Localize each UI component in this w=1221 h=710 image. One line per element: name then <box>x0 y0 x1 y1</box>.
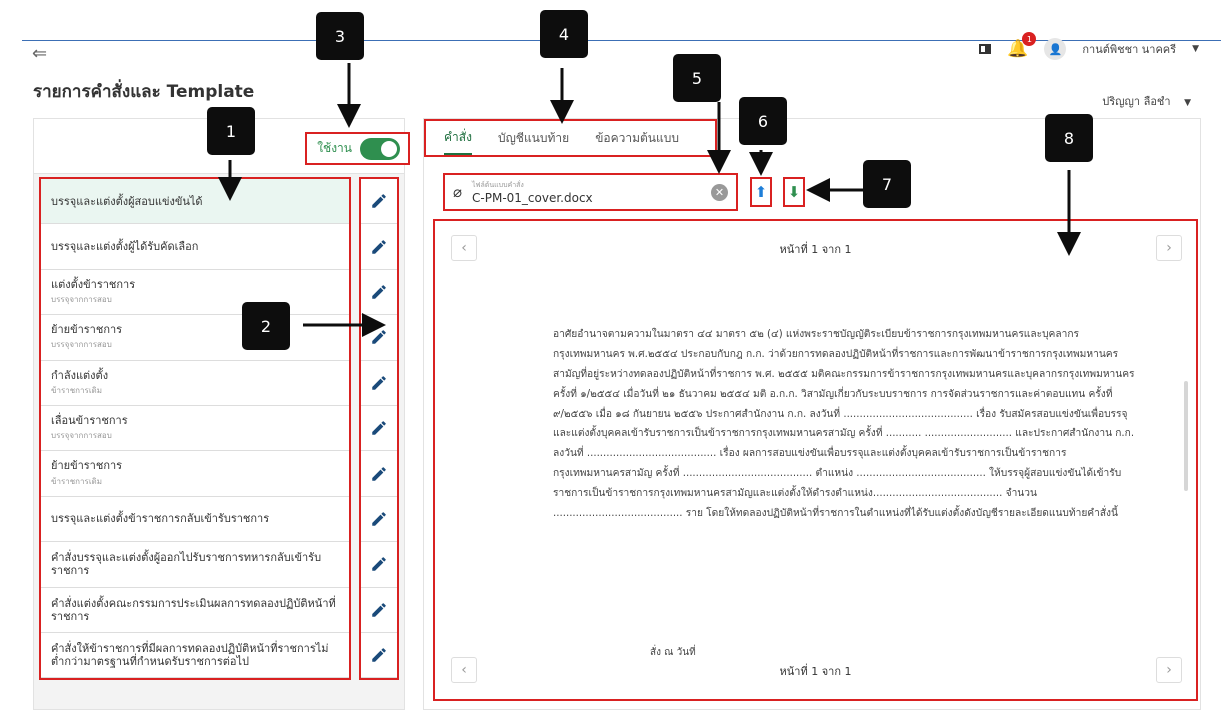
list-item[interactable]: แต่งตั้งข้าราชการบรรจุจากการสอบ <box>41 270 349 316</box>
list-item-label: ย้ายข้าราชการ <box>51 459 123 473</box>
sidebar-toggle-icon[interactable] <box>979 44 992 54</box>
tab-bar: คำสั่ง บัญชีแนบท้าย ข้อความต้นแบบ <box>424 119 717 157</box>
list-item-label: ย้ายข้าราชการ <box>51 323 123 337</box>
chevron-down-icon[interactable]: ▼ <box>1192 44 1199 54</box>
pencil-icon <box>372 330 386 345</box>
list-item[interactable]: บรรจุและแต่งตั้งผู้สอบแข่งขันได้ <box>41 179 349 225</box>
page-title: รายการคำสั่งและ Template <box>33 82 255 102</box>
list-item-label: แต่งตั้งข้าราชการ <box>51 277 136 291</box>
list-item-sublabel: บรรจุจากการสอบ <box>51 340 112 350</box>
callout-7: 7 <box>863 160 911 208</box>
page-indicator-top: หน้าที่ 1 จาก 1 <box>779 243 852 256</box>
file-name: C-PM-01_cover.docx <box>472 190 593 205</box>
clear-file-icon[interactable]: ✕ <box>711 183 728 201</box>
edit-button[interactable] <box>361 406 397 452</box>
callout-1: 1 <box>207 107 255 155</box>
notification-badge: 1 <box>1022 32 1037 46</box>
template-file-field[interactable]: ⌀ ไฟล์ต้นแบบคำสั่ง C-PM-01_cover.docx ✕ <box>443 173 738 211</box>
list-item[interactable]: บรรจุและแต่งตั้งข้าราชการกลับเข้ารับราชก… <box>41 497 349 543</box>
list-item-sublabel: ข้าราชการเดิม <box>51 476 103 486</box>
callout-2: 2 <box>242 302 290 350</box>
app-window: ⇐ 🔔 1 👤 กานต์พิชชา นาคครี ▼ รายการคำสั่ง… <box>0 0 1221 710</box>
sub-user-name: ปริญญา ลือชำ <box>1102 95 1171 108</box>
toggle-switch[interactable] <box>360 137 400 160</box>
list-item-label: กำลังแต่งตั้ง <box>51 368 109 382</box>
list-item[interactable]: กำลังแต่งตั้งข้าราชการเดิม <box>41 361 349 406</box>
edit-button[interactable] <box>361 315 397 361</box>
document-body: อาศัยอำนาจตามความในมาตรา ๔๔ มาตรา ๕๒ (๔)… <box>553 329 1135 520</box>
list-item[interactable]: ย้ายข้าราชการข้าราชการเดิม <box>41 451 349 497</box>
tab-0[interactable]: คำสั่ง <box>444 121 472 155</box>
template-detail-panel: คำสั่ง บัญชีแนบท้าย ข้อความต้นแบบ ⌀ ไฟล์ต้… <box>423 118 1201 710</box>
file-text: ไฟล์ต้นแบบคำสั่ง C-PM-01_cover.docx <box>472 180 711 205</box>
edit-button[interactable] <box>361 588 397 633</box>
list-item-label: บรรจุและแต่งตั้งผู้ได้รับคัดเลือก <box>51 239 199 253</box>
list-item-label: คำสั่งบรรจุและแต่งตั้งผู้ออกไปรับราชการท… <box>51 551 322 578</box>
template-list: บรรจุและแต่งตั้งผู้สอบแข่งขันได้บรรจุและ… <box>39 177 351 681</box>
download-button[interactable]: ⬇ <box>783 177 805 207</box>
list-item-label: เลื่อนข้าราชการ <box>51 414 128 428</box>
notification-bell-icon[interactable]: 🔔 1 <box>1007 32 1037 59</box>
pencil-icon <box>372 512 386 526</box>
preview-scrollbar[interactable] <box>1184 381 1188 491</box>
list-item-label: บรรจุและแต่งตั้งผู้สอบแข่งขันได้ <box>51 194 203 208</box>
edit-button-column <box>359 177 399 681</box>
sub-user-menu[interactable]: ปริญญา ลือชำ ▼ <box>1102 92 1191 110</box>
callout-5: 5 <box>673 54 721 102</box>
list-item-label: คำสั่งให้ข้าราชการที่มีผลการทดลองปฏิบัติ… <box>51 641 329 669</box>
user-name[interactable]: กานต์พิชชา นาคครี <box>1082 40 1176 58</box>
pencil-icon <box>372 602 386 617</box>
list-item[interactable]: คำสั่งบรรจุและแต่งตั้งผู้ออกไปรับราชการท… <box>41 542 349 588</box>
paperclip-icon: ⌀ <box>453 183 463 201</box>
tab-2[interactable]: ข้อความต้นแบบ <box>595 121 679 155</box>
edit-button[interactable] <box>361 361 397 406</box>
document-preview: ‹ › หน้าที่ 1 จาก 1 อาศัยอำนาจตามความในม… <box>433 219 1198 701</box>
list-item[interactable]: เลื่อนข้าราชการบรรจุจากการสอบ <box>41 406 349 452</box>
toggle-label: ใช้งาน <box>317 141 352 155</box>
document-signature: สั่ง ณ วันที่ <box>650 647 696 658</box>
edit-button[interactable] <box>361 451 397 497</box>
avatar[interactable]: 👤 <box>1044 38 1067 60</box>
edit-button[interactable] <box>361 270 397 316</box>
pencil-icon <box>372 648 386 662</box>
edit-button[interactable] <box>361 224 397 270</box>
list-item[interactable]: บรรจุและแต่งตั้งผู้ได้รับคัดเลือก <box>41 224 349 270</box>
list-item[interactable]: ย้ายข้าราชการบรรจุจากการสอบ <box>41 315 349 361</box>
edit-button[interactable] <box>361 542 397 588</box>
pencil-icon <box>372 194 386 208</box>
pencil-icon <box>372 557 386 572</box>
list-item-label: คำสั่งแต่งตั้งคณะกรรมการประเมินผลการทดลอ… <box>51 596 336 623</box>
active-toggle[interactable]: ใช้งาน <box>305 132 410 165</box>
file-caption: ไฟล์ต้นแบบคำสั่ง <box>472 180 524 189</box>
download-icon: ⬇ <box>787 183 801 201</box>
tab-1[interactable]: บัญชีแนบท้าย <box>498 121 569 155</box>
upload-icon: ⬆ <box>754 183 768 201</box>
upload-button[interactable]: ⬆ <box>750 177 772 207</box>
page-indicator-bottom: หน้าที่ 1 จาก 1 <box>779 665 852 678</box>
list-item-sublabel: ข้าราชการเดิม <box>51 385 103 395</box>
edit-button[interactable] <box>361 179 397 225</box>
template-list-panel: ใช้งาน บรรจุและแต่งตั้งผู้สอบแข่งขันได้บ… <box>33 118 410 710</box>
list-item-sublabel: บรรจุจากการสอบ <box>51 431 112 441</box>
pencil-icon <box>372 239 386 254</box>
list-item[interactable]: คำสั่งแต่งตั้งคณะกรรมการประเมินผลการทดลอ… <box>41 588 349 633</box>
edit-button[interactable] <box>361 633 397 679</box>
callout-6: 6 <box>739 97 787 145</box>
pencil-icon <box>372 375 386 390</box>
callout-4: 4 <box>540 10 588 58</box>
callout-3: 3 <box>316 12 364 60</box>
pencil-icon <box>372 285 386 299</box>
header-actions: 🔔 1 👤 กานต์พิชชา นาคครี ▼ <box>979 32 1199 60</box>
arrow-left-icon[interactable]: ⇐ <box>32 43 47 64</box>
edit-button[interactable] <box>361 497 397 543</box>
callout-8: 8 <box>1045 114 1093 162</box>
pencil-icon <box>372 466 386 481</box>
list-item-label: บรรจุและแต่งตั้งข้าราชการกลับเข้ารับราชก… <box>51 512 270 526</box>
list-item-sublabel: บรรจุจากการสอบ <box>51 295 112 305</box>
list-item[interactable]: คำสั่งให้ข้าราชการที่มีผลการทดลองปฏิบัติ… <box>41 633 349 679</box>
pencil-icon <box>372 421 386 435</box>
chevron-down-icon: ▼ <box>1184 98 1191 108</box>
